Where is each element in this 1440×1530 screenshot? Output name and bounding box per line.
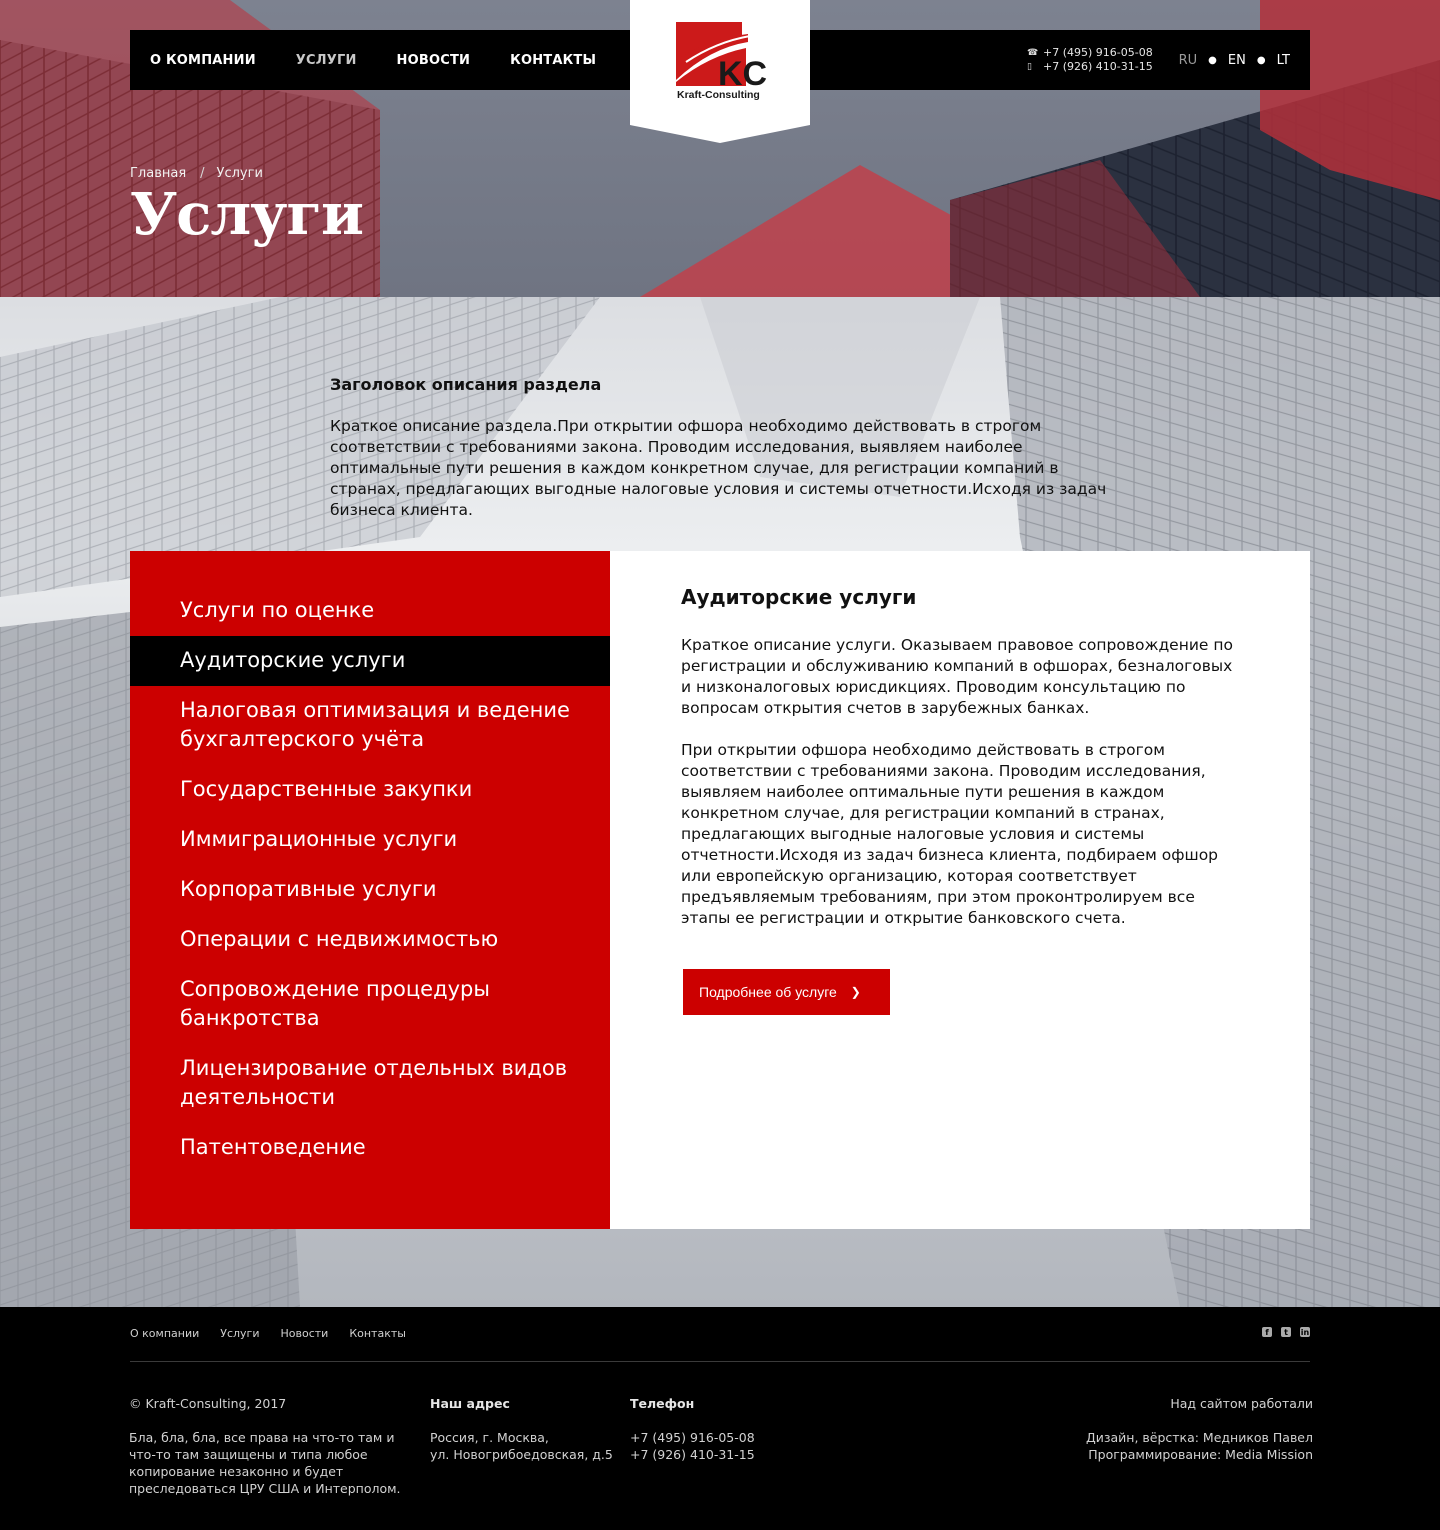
legal-text: Бла, бла, бла, все права на что-то там и… xyxy=(129,1430,401,1496)
hero-section: О КОМПАНИИ УСЛУГИ НОВОСТИ КОНТАКТЫ ☎ +7 (… xyxy=(0,0,1440,297)
footer-link-contacts[interactable]: Контакты xyxy=(349,1327,406,1340)
service-item-valuation[interactable]: Услуги по оценке xyxy=(130,586,610,636)
more-button-label: Подробнее об услуге xyxy=(699,984,837,1000)
services-menu: Услуги по оценке Аудиторские услуги Нало… xyxy=(130,551,624,1229)
footer-link-news[interactable]: Новости xyxy=(280,1327,328,1340)
credits-heading: Над сайтом работали xyxy=(1170,1396,1313,1411)
logo-initials: KC xyxy=(718,55,767,93)
phone-icon: ☎ xyxy=(1027,48,1039,58)
address-line-1: Россия, г. Москва, xyxy=(430,1430,549,1445)
lang-ru[interactable]: RU xyxy=(1179,53,1198,68)
footer: О компании Услуги Новости Контакты f t i… xyxy=(0,1307,1440,1530)
breadcrumb-separator: / xyxy=(200,166,205,181)
lang-separator: ● xyxy=(1256,54,1266,66)
service-item-bankruptcy[interactable]: Сопровождение процедуры банкротства xyxy=(130,965,610,1044)
main-nav: О КОМПАНИИ УСЛУГИ НОВОСТИ КОНТАКТЫ xyxy=(150,30,636,90)
footer-phone-2[interactable]: +7 (926) 410-31-15 xyxy=(630,1446,830,1463)
nav-link-contacts[interactable]: КОНТАКТЫ xyxy=(510,53,596,68)
service-detail-p1: Краткое описание услуги. Оказываем право… xyxy=(681,636,1233,717)
social-links: f t in xyxy=(1262,1327,1310,1337)
section-intro: Заголовок описания раздела Краткое описа… xyxy=(330,375,1120,521)
service-item-audit[interactable]: Аудиторские услуги xyxy=(130,636,624,688)
service-item-procurement[interactable]: Государственные закупки xyxy=(130,765,610,815)
footer-credits: Над сайтом работали Дизайн, вёрстка: Мед… xyxy=(1013,1395,1313,1463)
header-phone-2[interactable]: +7 (926) 410-31-15 xyxy=(1043,60,1153,74)
page-title: Услуги xyxy=(130,180,364,248)
logo-name: Kraft-Consulting xyxy=(677,89,760,101)
address-heading: Наш адрес xyxy=(430,1396,510,1411)
footer-phone-1[interactable]: +7 (495) 916-05-08 xyxy=(630,1429,830,1446)
phone-heading: Телефон xyxy=(630,1396,695,1411)
breadcrumb-home[interactable]: Главная xyxy=(130,166,186,181)
service-item-licensing[interactable]: Лицензирование отдельных видов деятельно… xyxy=(130,1044,610,1123)
footer-nav: О компании Услуги Новости Контакты xyxy=(130,1327,427,1340)
footer-phone: Телефон +7 (495) 916-05-08 +7 (926) 410-… xyxy=(630,1395,830,1463)
address-line-2: ул. Новогрибоедовская, д.5 xyxy=(430,1447,613,1462)
lang-lt[interactable]: LT xyxy=(1277,53,1290,68)
service-detail: Аудиторские услуги Краткое описание услу… xyxy=(610,551,1310,1229)
intro-heading: Заголовок описания раздела xyxy=(330,375,602,394)
services-panel: Услуги по оценке Аудиторские услуги Нало… xyxy=(130,551,1310,1229)
mobile-icon: ▯ xyxy=(1027,62,1032,72)
service-detail-p2: При открытии офшора необходимо действова… xyxy=(681,741,1219,927)
linkedin-icon[interactable]: in xyxy=(1300,1327,1310,1337)
header-phone-1[interactable]: +7 (495) 916-05-08 xyxy=(1043,46,1153,60)
footer-divider xyxy=(130,1361,1310,1362)
credits-programming[interactable]: Программирование: Media Mission xyxy=(1013,1446,1313,1463)
credits-design: Дизайн, вёрстка: Медников Павел xyxy=(1085,1430,1313,1445)
service-item-immigration[interactable]: Иммиграционные услуги xyxy=(130,815,610,865)
service-item-tax[interactable]: Налоговая оптимизация и ведение бухгалте… xyxy=(130,686,610,765)
facebook-icon[interactable]: f xyxy=(1262,1327,1272,1337)
nav-link-news[interactable]: НОВОСТИ xyxy=(397,53,471,68)
lang-separator: ● xyxy=(1208,54,1217,66)
nav-link-services[interactable]: УСЛУГИ xyxy=(296,53,357,68)
logo[interactable]: KC Kraft-Consulting xyxy=(630,0,810,143)
footer-copyright: © Kraft-Consulting, 2017 Бла, бла, бла, … xyxy=(129,1395,419,1497)
twitter-icon[interactable]: t xyxy=(1281,1327,1291,1337)
service-item-patents[interactable]: Патентоведение xyxy=(130,1123,610,1173)
chevron-right-icon: ❯ xyxy=(850,985,861,999)
service-detail-title: Аудиторские услуги xyxy=(681,585,917,609)
main-section: Заголовок описания раздела Краткое описа… xyxy=(0,297,1440,1307)
service-item-real-estate[interactable]: Операции с недвижимостью xyxy=(130,915,610,965)
breadcrumb-current: Услуги xyxy=(216,166,263,181)
footer-link-about[interactable]: О компании xyxy=(130,1327,199,1340)
footer-address: Наш адрес Россия, г. Москва, ул. Новогри… xyxy=(430,1395,630,1463)
intro-text: Краткое описание раздела.При открытии оф… xyxy=(330,417,1107,519)
footer-link-services[interactable]: Услуги xyxy=(220,1327,259,1340)
service-item-corporate[interactable]: Корпоративные услуги xyxy=(130,865,610,915)
language-switcher: RU ● EN ● LT xyxy=(1179,30,1290,90)
lang-en[interactable]: EN xyxy=(1228,53,1246,68)
breadcrumb: Главная / Услуги xyxy=(130,166,263,181)
copyright-text: © Kraft-Consulting, 2017 xyxy=(129,1396,287,1411)
more-about-service-button[interactable]: Подробнее об услуге ❯ xyxy=(683,969,890,1015)
header-phones: ☎ +7 (495) 916-05-08 ▯ +7 (926) 410-31-15 xyxy=(1027,46,1153,74)
nav-link-about[interactable]: О КОМПАНИИ xyxy=(150,53,256,68)
